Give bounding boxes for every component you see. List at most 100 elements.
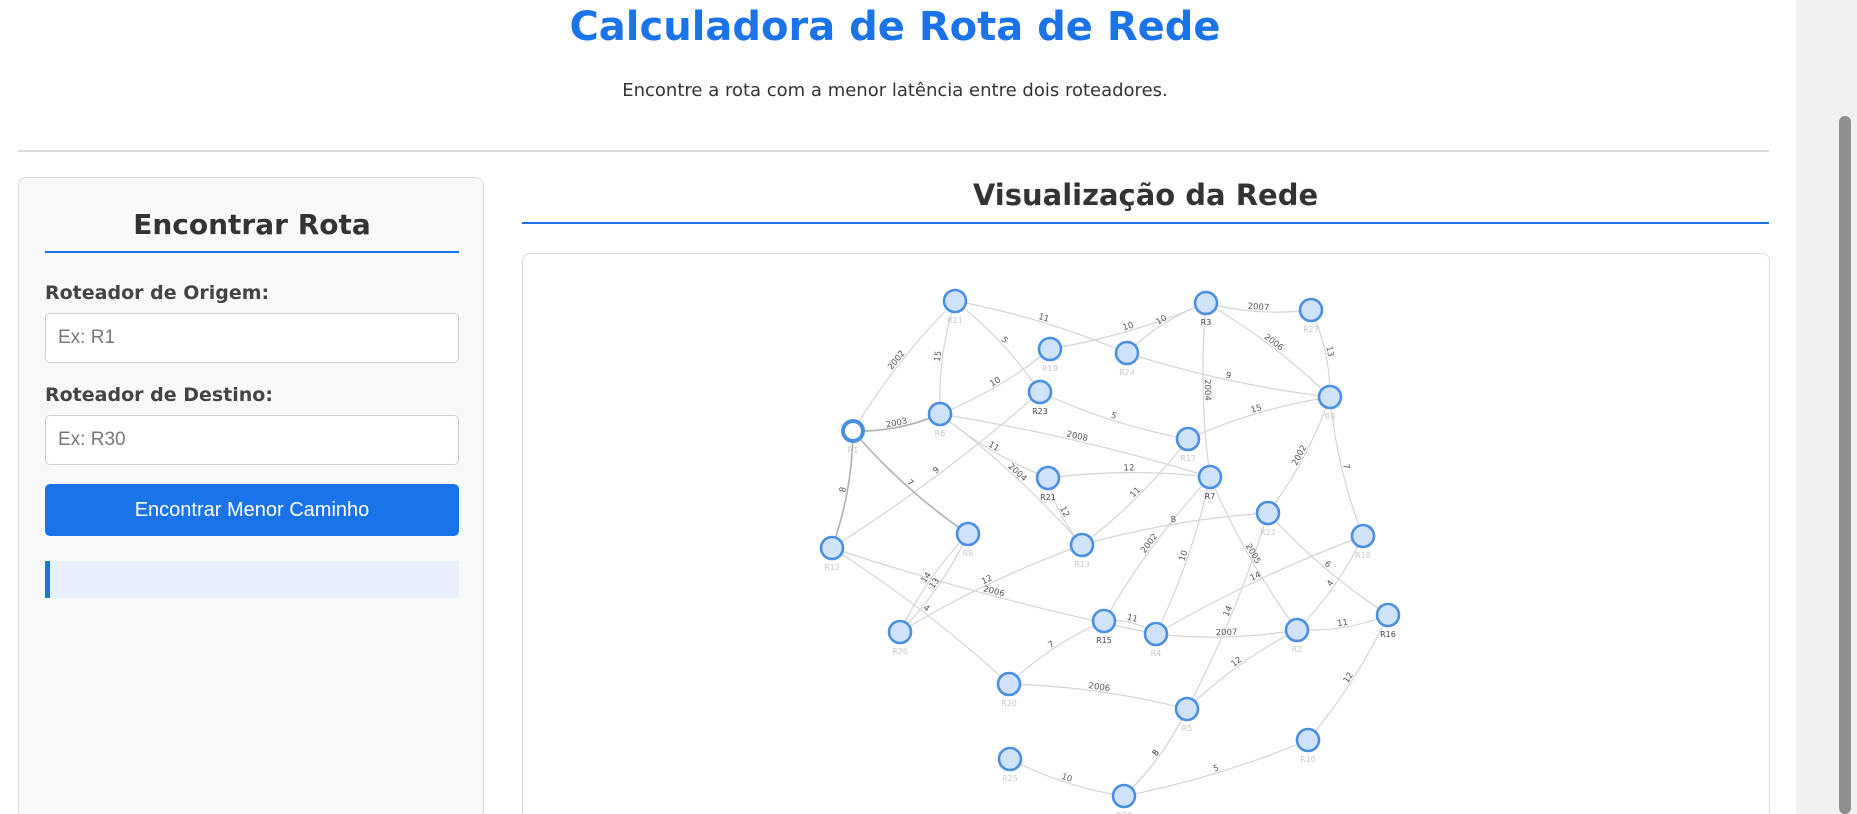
edge-latency-label: 15 xyxy=(1250,403,1263,416)
destination-router-input[interactable] xyxy=(45,415,459,465)
network-edge xyxy=(1186,629,1298,710)
router-node-label: R11 xyxy=(947,316,963,325)
edge-latency-label: 6 xyxy=(1322,559,1333,570)
router-node-circle[interactable] xyxy=(1174,696,1200,722)
edge-latency-label: 10 xyxy=(1060,772,1073,785)
router-node-label: R25 xyxy=(1002,774,1018,783)
route-result-box xyxy=(45,561,459,598)
router-node[interactable]: R23 xyxy=(1027,379,1053,416)
route-finder-panel: Encontrar Rota Roteador de Origem: Rotea… xyxy=(18,177,484,814)
router-node[interactable]: R17 xyxy=(1175,426,1201,463)
router-node[interactable]: R6 xyxy=(927,401,953,438)
router-node[interactable]: R20 xyxy=(996,671,1022,708)
router-node-circle[interactable] xyxy=(1069,532,1095,558)
router-node-label: R6 xyxy=(935,429,946,438)
network-edge xyxy=(1103,476,1211,622)
edge-latency-label: 11 xyxy=(1126,613,1139,625)
edge-latency-label: 5 xyxy=(999,335,1010,346)
router-node[interactable]: R12 xyxy=(819,535,845,572)
router-node-circle[interactable] xyxy=(1255,500,1281,526)
edge-latency-label: 7 xyxy=(1340,463,1351,471)
router-node-circle[interactable] xyxy=(1143,621,1169,647)
network-visualization[interactable]: 2002 11 15 5 10 10 2007 2006 2004 10 9 13 15 2002 7 9 5 2… xyxy=(522,253,1770,814)
edge-latency-label: 2004 xyxy=(1202,379,1212,401)
router-node-label: R21 xyxy=(1040,493,1056,502)
router-node-circle[interactable] xyxy=(1027,379,1053,405)
edge-latency-label: 12 xyxy=(1123,463,1134,473)
network-graph[interactable]: 2002 11 15 5 10 10 2007 2006 2004 10 9 13 15 2002 7 9 5 2… xyxy=(523,254,1770,814)
router-node[interactable]: R30 xyxy=(1111,783,1137,814)
router-node[interactable]: R2 xyxy=(1284,617,1310,654)
router-node-label: R22 xyxy=(1260,528,1276,537)
edge-latency-label: 2007 xyxy=(1247,302,1269,313)
router-node-label: R12 xyxy=(824,563,840,572)
router-node[interactable]: R15 xyxy=(1091,608,1117,645)
find-shortest-path-button[interactable]: Encontrar Menor Caminho xyxy=(45,484,459,536)
scrollbar-thumb[interactable] xyxy=(1839,116,1851,814)
edge-latency-label: 2007 xyxy=(1216,628,1238,639)
edge-latency-label: 2004 xyxy=(1006,462,1029,484)
origin-router-input[interactable] xyxy=(45,313,459,363)
router-node-circle[interactable] xyxy=(1111,783,1137,809)
edge-latency-label: 12 xyxy=(1229,655,1244,669)
router-node-label: R13 xyxy=(1074,560,1090,569)
router-node-circle[interactable] xyxy=(1350,523,1376,549)
router-node[interactable]: R13 xyxy=(1069,532,1095,569)
router-node[interactable]: R5 xyxy=(1174,696,1200,733)
edge-latency-label: 12 xyxy=(1342,671,1356,686)
router-node-circle[interactable] xyxy=(841,419,865,443)
router-node[interactable]: R22 xyxy=(1255,500,1281,537)
edge-latency-label: 14 xyxy=(1222,604,1235,618)
router-node-circle[interactable] xyxy=(996,671,1022,697)
network-edge xyxy=(1008,620,1105,685)
router-node-circle[interactable] xyxy=(1037,336,1063,362)
router-node-label: R10 xyxy=(1300,755,1316,764)
router-node[interactable]: R18 xyxy=(1350,523,1376,560)
router-node-label: R27 xyxy=(1303,325,1319,334)
edge-latency-label: 4 xyxy=(1325,578,1336,588)
router-node[interactable]: R10 xyxy=(1295,727,1321,764)
router-node-label: R16 xyxy=(1380,630,1396,639)
edge-latency-label: 7 xyxy=(904,478,915,489)
edge-latency-label: 8 xyxy=(1151,748,1162,758)
router-node[interactable]: R11 xyxy=(942,288,968,325)
router-node-circle[interactable] xyxy=(1175,426,1201,452)
router-node-circle[interactable] xyxy=(1035,465,1061,491)
router-node[interactable]: R24 xyxy=(1114,340,1140,377)
router-node-circle[interactable] xyxy=(819,535,845,561)
router-node-circle[interactable] xyxy=(927,401,953,427)
router-node-circle[interactable] xyxy=(1317,384,1343,410)
edge-latency-label: 9 xyxy=(931,465,941,476)
router-node[interactable]: R27 xyxy=(1298,297,1324,334)
router-node[interactable]: R25 xyxy=(997,746,1023,783)
router-node[interactable]: R26 xyxy=(887,619,913,656)
router-node[interactable]: R21 xyxy=(1035,465,1061,502)
edge-latency-label: 11 xyxy=(1128,485,1143,500)
router-node-circle[interactable] xyxy=(1284,617,1310,643)
router-node-label: R7 xyxy=(1205,492,1216,501)
router-node-circle[interactable] xyxy=(955,521,981,547)
router-node-circle[interactable] xyxy=(1114,340,1140,366)
router-node-label: R5 xyxy=(1182,724,1193,733)
router-node-circle[interactable] xyxy=(1298,297,1324,323)
router-node[interactable]: R4 xyxy=(1143,621,1169,658)
router-node[interactable]: R16 xyxy=(1375,602,1401,639)
router-node-circle[interactable] xyxy=(887,619,913,645)
edge-latency-label: 7 xyxy=(1046,639,1056,650)
router-node-circle[interactable] xyxy=(997,746,1023,772)
page-title: Calculadora de Rota de Rede xyxy=(569,4,1221,50)
router-node[interactable]: R8 xyxy=(955,521,981,558)
router-node[interactable]: R19 xyxy=(1037,336,1063,373)
router-node-label: R15 xyxy=(1096,636,1112,645)
edge-latency-label: 9 xyxy=(1225,371,1232,382)
router-node-circle[interactable] xyxy=(1197,464,1223,490)
edge-latency-label: 10 xyxy=(988,375,1002,389)
router-node-circle[interactable] xyxy=(1375,602,1401,628)
router-node[interactable]: R1 xyxy=(841,419,865,455)
router-node-circle[interactable] xyxy=(1091,608,1117,634)
router-node[interactable]: R3 xyxy=(1193,290,1219,327)
router-node-circle[interactable] xyxy=(1193,290,1219,316)
router-node-circle[interactable] xyxy=(1295,727,1321,753)
page-subtitle: Encontre a rota com a menor latência ent… xyxy=(622,80,1168,101)
router-node-circle[interactable] xyxy=(942,288,968,314)
